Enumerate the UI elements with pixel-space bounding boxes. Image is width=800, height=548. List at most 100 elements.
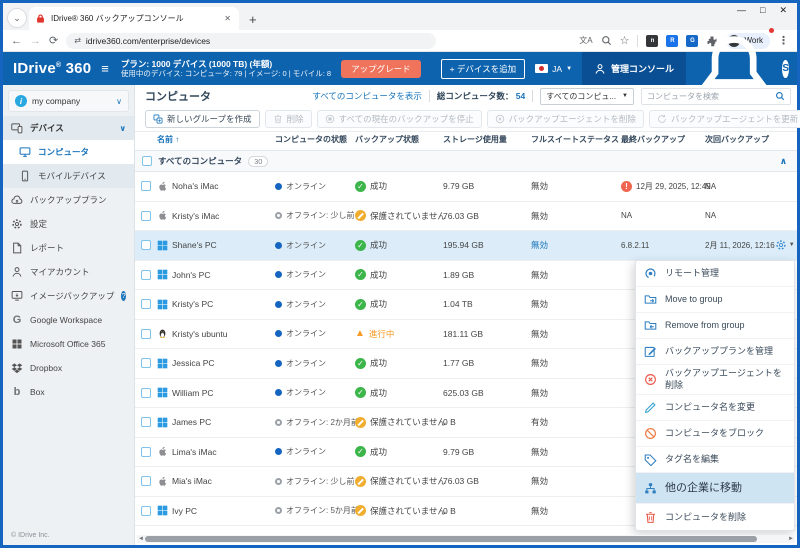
site-settings-icon[interactable]: ⇄ [74,36,81,45]
sidebar-item-google-workspace[interactable]: G Google Workspace [3,308,134,332]
search-input[interactable] [647,91,771,101]
sidebar-item-settings[interactable]: 設定 [3,212,134,236]
backup-state: 成功 [370,358,388,369]
row-checkbox[interactable] [141,181,151,192]
menu-item[interactable]: コンピュータ名を変更 [636,395,794,422]
sidebar-item-devices[interactable]: デバイス ∨ [3,116,134,140]
menu-item[interactable]: Move to group [636,287,794,313]
not-protected-icon [355,210,366,222]
tab-close-icon[interactable]: ✕ [222,14,233,23]
group-checkbox[interactable] [142,156,152,166]
scroll-right-icon[interactable]: ► [787,536,795,542]
fullsuite-status: 無効 [531,210,549,221]
user-avatar[interactable]: S [782,59,789,78]
menu-item[interactable]: 他の企業に移動 [636,473,794,505]
sidebar-item-dropbox[interactable]: Dropbox [3,356,134,380]
menu-item[interactable]: タグ名を編集 [636,447,794,474]
scroll-left-icon[interactable]: ◄ [137,536,145,542]
close-button[interactable]: ✕ [779,5,787,16]
row-checkbox[interactable] [141,299,151,310]
browser-tab[interactable]: IDrive® 360 バックアップコンソール ✕ [29,7,239,30]
menu-item[interactable]: バックアッププランを管理 [636,339,794,365]
menu-item[interactable]: バックアップエージェントを削除 [636,365,794,396]
row-checkbox[interactable] [141,240,151,251]
column-header[interactable]: フルスイートステータス [531,134,621,145]
help-badge[interactable]: ? [121,291,126,301]
extension-icon[interactable]: R [666,34,679,47]
back-icon[interactable]: ← [11,35,22,47]
toolbar-button[interactable]: 新しいグループを作成 [145,110,260,128]
menu-item[interactable]: リモート管理 [636,261,794,287]
sidebar-item-computers[interactable]: コンピュータ [3,140,134,164]
computer-filter-dropdown[interactable]: すべてのコンピュ... ▼ [540,87,634,105]
column-header[interactable]: 名前 ↑ [157,134,275,145]
bookmark-star-icon[interactable]: ☆ [620,34,630,47]
language-selector[interactable]: JA ▼ [535,64,572,74]
row-checkbox[interactable] [141,505,151,516]
collapse-chevron-icon[interactable]: ∧ [780,156,787,167]
table-row[interactable]: Kristy's iMac オフライン: 少し前 保護されていません 76.03 GB… [135,202,797,231]
backup-state: 成功 [370,387,388,398]
row-checkbox[interactable] [141,446,151,457]
row-checkbox[interactable] [141,328,151,339]
admin-console-button[interactable]: 管理コンソール [582,52,687,85]
devices-icon [11,122,23,134]
search-icon[interactable] [601,35,612,46]
sidebar-item-box[interactable]: b Box [3,380,134,404]
browser-window: ⌄ IDrive® 360 バックアップコンソール ✕ + — □ ✕ ← → … [0,0,800,548]
horizontal-scrollbar[interactable]: ◄ ► [137,535,795,543]
sidebar-item-image-backup[interactable]: イメージバックアップ? [3,284,134,308]
folder-move-icon [644,293,657,306]
address-bar[interactable]: ⇄ idrive360.com/enterprise/devices [66,32,437,49]
column-header[interactable]: コンピュータの状態 [275,134,355,145]
table-row[interactable]: Shane's PC オンライン ✓ 成功 195.94 GB 無効 6.8.2.11 2月 … [135,231,797,261]
forward-icon[interactable]: → [30,35,41,47]
storage-used: 76.03 GB [443,476,479,487]
menu-item[interactable]: コンピュータを削除 [636,504,794,530]
tab-search-chevron-icon[interactable]: ⌄ [7,8,27,28]
computer-state: オンライン [286,388,326,398]
table-row[interactable]: Noha's iMac オンライン ✓ 成功 9.79 GB 無効! 12月 29, 202… [135,172,797,202]
column-header[interactable]: 最終バックアップ [621,134,705,145]
new-tab-button[interactable]: + [239,12,267,30]
column-header[interactable]: 次回バックアップ [705,134,771,145]
row-settings-button[interactable]: ▼ [775,239,795,251]
row-checkbox[interactable] [141,476,151,487]
toolbar-button[interactable]: バックアップエージェントを更新 [648,110,800,128]
storage-used: 625.03 GB [443,387,484,398]
sidebar-item-reports[interactable]: レポート [3,236,134,260]
row-checkbox[interactable] [141,210,151,221]
row-checkbox[interactable] [141,269,151,280]
company-selector[interactable]: i my company ∨ [8,90,129,112]
show-all-computers-link[interactable]: すべてのコンピュータを表示 [312,90,422,102]
add-device-button[interactable]: + デバイスを追加 [440,58,526,79]
toolbar-button[interactable]: すべての現在のバックアップを停止 [316,110,482,128]
extension-icon[interactable]: n [646,34,659,47]
chrome-menu-icon[interactable]: ⋮ [778,34,789,47]
row-checkbox[interactable] [141,387,151,398]
toolbar-button[interactable]: 削除 [264,110,312,128]
group-row-all-computers[interactable]: すべてのコンピュータ 30 ∧ [135,151,797,172]
column-header[interactable]: バックアップ状態 [355,134,443,145]
pencil-icon [644,401,657,414]
upgrade-button[interactable]: アップグレード [341,59,421,78]
online-dot-icon [275,389,282,397]
translate-icon[interactable]: 文A [579,35,592,46]
fullsuite-status: 無効 [531,446,549,457]
menu-item[interactable]: Remove from group [636,313,794,339]
hamburger-menu-icon[interactable]: ≡ [101,61,109,76]
maximize-button[interactable]: □ [760,5,765,16]
reload-icon[interactable]: ⟳ [49,34,58,47]
sidebar-item-my-account[interactable]: マイアカウント [3,260,134,284]
sidebar-item-backup-plan[interactable]: バックアッププラン [3,188,134,212]
menu-item[interactable]: コンピュータをブロック [636,421,794,448]
minimize-button[interactable]: — [737,5,746,16]
row-checkbox[interactable] [141,417,151,428]
column-header[interactable]: ストレージ使用量 [443,134,531,145]
sidebar-item-microsoft-office-365[interactable]: Microsoft Office 365 [3,332,134,356]
scrollbar-thumb[interactable] [145,536,757,542]
toolbar-button[interactable]: バックアップエージェントを削除 [486,110,644,128]
search-icon[interactable] [775,91,785,101]
row-checkbox[interactable] [141,358,151,369]
sidebar-item-mobile-devices[interactable]: モバイルデバイス [3,164,134,188]
